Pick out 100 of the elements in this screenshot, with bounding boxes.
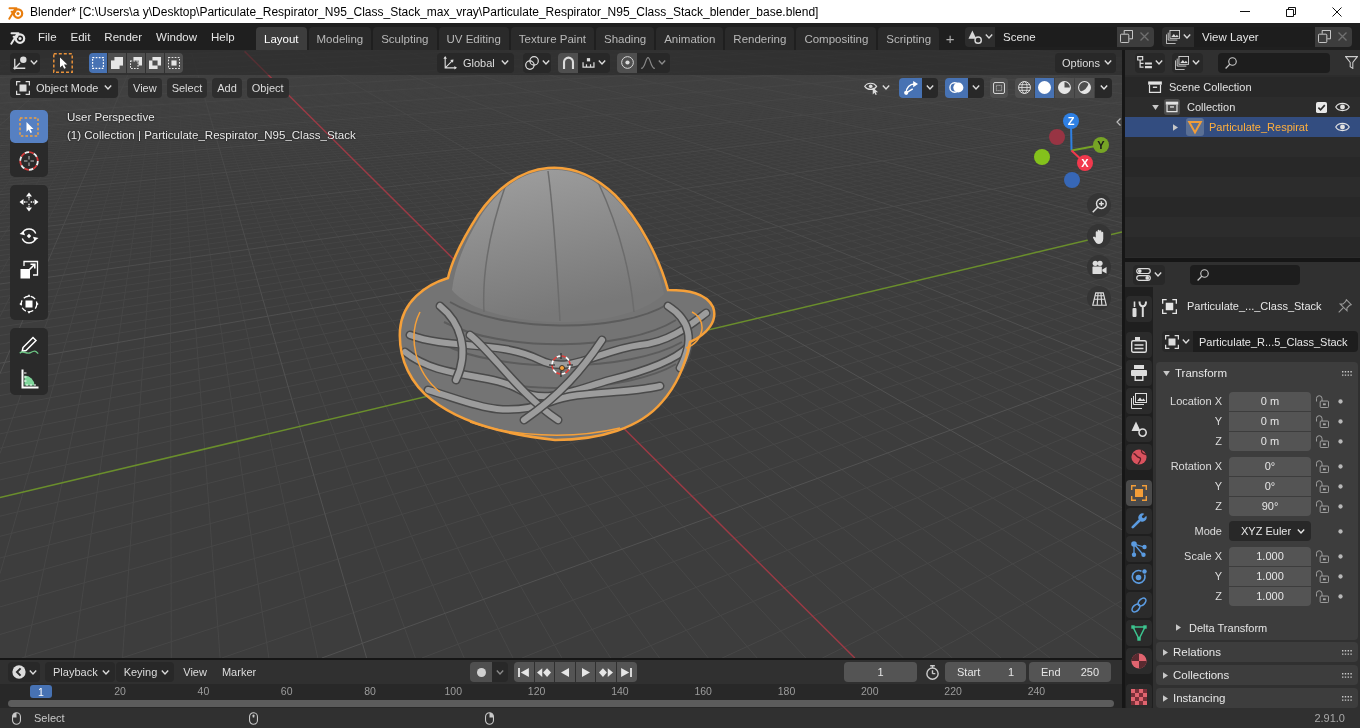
workspace-tab[interactable]: Animation — [656, 27, 724, 50]
keyframe-dot-icon[interactable] — [1338, 418, 1343, 424]
panel-header[interactable]: Relations — [1156, 642, 1358, 662]
options-dropdown[interactable]: Options — [1055, 52, 1116, 73]
header-menu[interactable]: View — [177, 662, 213, 682]
snap-target-dropdown[interactable] — [578, 52, 610, 73]
properties-tab[interactable] — [1126, 620, 1152, 646]
checkbox[interactable] — [1316, 101, 1327, 113]
remove-view-layer-button[interactable] — [1333, 26, 1352, 47]
menu-item[interactable]: Help — [204, 26, 242, 47]
properties-tab[interactable] — [1126, 332, 1152, 358]
editor-type-button[interactable] — [10, 52, 40, 73]
negative-axis-handle[interactable] — [1049, 129, 1065, 145]
padlock-open-icon[interactable] — [1316, 394, 1329, 408]
properties-tab[interactable] — [1126, 388, 1152, 414]
properties-tab[interactable] — [1126, 564, 1152, 590]
outliner-row[interactable]: Particulate_Respirat — [1125, 117, 1360, 137]
add-workspace-button[interactable]: + — [941, 27, 960, 50]
padlock-open-icon[interactable] — [1316, 589, 1329, 603]
scene-browse-button[interactable] — [965, 26, 995, 47]
keyframe-dot-icon[interactable] — [1338, 483, 1343, 489]
menu-item[interactable]: Edit — [63, 26, 98, 47]
camera-view-button[interactable] — [1087, 255, 1111, 279]
padlock-open-icon[interactable] — [1316, 549, 1329, 563]
eye-icon[interactable] — [1335, 102, 1350, 112]
padlock-open-icon[interactable] — [1316, 459, 1329, 473]
editor-type-button[interactable] — [1133, 264, 1165, 285]
number-field[interactable]: 0 m — [1229, 411, 1311, 431]
number-field[interactable]: 1.000 — [1229, 546, 1311, 566]
axis-handle[interactable]: Z — [1063, 113, 1079, 152]
panel-header[interactable]: Transform — [1156, 362, 1358, 384]
mode-dropdown[interactable]: Object Mode — [10, 77, 118, 98]
keyframe-dot-icon[interactable] — [1338, 398, 1343, 404]
transform-orientation-dropdown[interactable]: Global — [437, 52, 514, 73]
keyframe-dot-icon[interactable] — [1338, 573, 1343, 579]
workspace-tab[interactable]: Compositing — [796, 27, 877, 50]
xray-toggle[interactable] — [990, 77, 1008, 98]
header-dropdown[interactable]: Keying — [115, 662, 175, 682]
overlay-dropdown[interactable] — [968, 77, 984, 98]
playhead-frame[interactable]: 1 — [30, 685, 52, 698]
jump-to-start-button[interactable] — [514, 662, 534, 682]
play-button[interactable] — [575, 662, 596, 682]
workspace-tab[interactable]: UV Editing — [438, 27, 509, 50]
workspace-tab[interactable]: Rendering — [725, 27, 795, 50]
jump-to-end-button[interactable] — [616, 662, 637, 682]
axis-handle[interactable]: Y — [1070, 137, 1109, 153]
padlock-open-icon[interactable] — [1316, 434, 1329, 448]
properties-tab[interactable] — [1126, 536, 1152, 562]
properties-tab[interactable] — [1126, 592, 1152, 618]
overlay-toggle[interactable] — [945, 77, 968, 98]
workspace-tab[interactable]: Shading — [596, 27, 655, 50]
header-menu[interactable]: Marker — [215, 662, 263, 682]
active-tool-button[interactable] — [51, 50, 75, 75]
search-field[interactable] — [1218, 52, 1330, 73]
view-layer-browse-button[interactable] — [1162, 26, 1194, 47]
pin-icon[interactable] — [1338, 299, 1352, 313]
remove-scene-button[interactable] — [1135, 26, 1154, 47]
new-view-layer-button[interactable] — [1315, 26, 1333, 47]
proportional-edit-toggle[interactable] — [617, 52, 637, 73]
pivot-point-dropdown[interactable] — [523, 52, 551, 73]
filter-icon[interactable] — [1345, 56, 1358, 69]
number-field[interactable]: 1.000 — [1229, 586, 1311, 606]
falloff-dropdown[interactable] — [637, 52, 670, 73]
select-mode-button[interactable] — [108, 52, 126, 73]
keyframe-dot-icon[interactable] — [1338, 528, 1343, 534]
menu-item[interactable]: Window — [149, 26, 204, 47]
select-mode-button[interactable] — [127, 52, 145, 73]
disclosure-triangle-icon[interactable] — [1152, 104, 1159, 110]
disclosure-triangle-icon[interactable] — [1173, 123, 1178, 131]
workspace-tab[interactable]: Modeling — [308, 27, 372, 50]
play-reverse-button[interactable] — [555, 662, 575, 682]
negative-axis-handle[interactable] — [1034, 149, 1050, 165]
eye-icon[interactable] — [1335, 122, 1350, 132]
select-mode-button[interactable] — [165, 52, 183, 73]
workspace-tab[interactable]: Layout — [256, 27, 307, 50]
snap-toggle[interactable] — [558, 52, 578, 73]
pan-button[interactable] — [1087, 224, 1111, 248]
number-field[interactable]: 0° — [1229, 456, 1311, 476]
auto-keying-toggle[interactable] — [470, 662, 492, 682]
stopwatch-icon[interactable] — [925, 664, 940, 680]
dropdown-menu[interactable]: XYZ Euler — [1229, 521, 1311, 541]
start-frame-field[interactable]: Start 1 — [945, 662, 1026, 682]
select-mode-button[interactable] — [146, 52, 164, 73]
number-field[interactable]: 1.000 — [1229, 566, 1311, 586]
padlock-open-icon[interactable] — [1316, 499, 1329, 513]
number-field[interactable]: 0° — [1229, 476, 1311, 496]
new-scene-button[interactable] — [1117, 26, 1135, 47]
number-field[interactable]: 0 m — [1229, 431, 1311, 451]
previous-keyframe-button[interactable] — [534, 662, 555, 682]
properties-tab[interactable] — [1126, 360, 1152, 386]
panel-header[interactable]: Instancing — [1156, 688, 1358, 708]
editor-type-button[interactable] — [8, 662, 40, 682]
select-mode-button[interactable] — [89, 52, 107, 73]
editor-type-button[interactable] — [1135, 52, 1165, 73]
object-name-field[interactable]: Particulate_R...5_Class_Stack — [1193, 331, 1358, 352]
padlock-open-icon[interactable] — [1316, 569, 1329, 583]
keying-dropdown[interactable] — [492, 662, 508, 682]
number-field[interactable]: 90° — [1229, 496, 1311, 516]
header-dropdown[interactable]: Playback — [45, 662, 115, 682]
gizmo-toggle[interactable] — [899, 77, 922, 98]
